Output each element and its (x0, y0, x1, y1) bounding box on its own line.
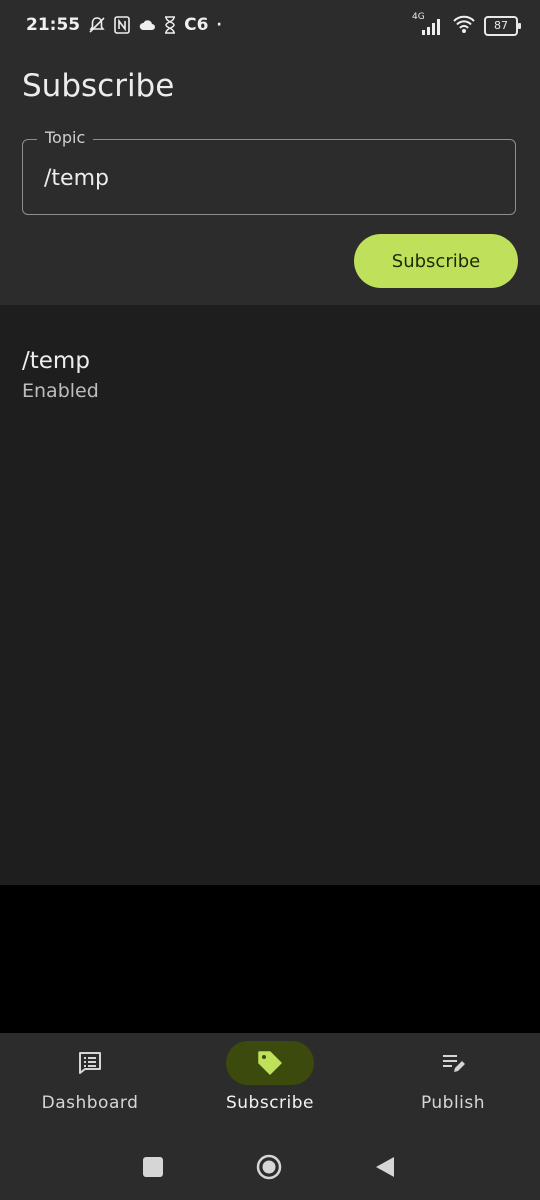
nav-label-publish: Publish (420, 1093, 486, 1113)
bottom-navigation: Dashboard Subscribe Publish (0, 1033, 540, 1200)
tag-icon (258, 1051, 282, 1075)
status-time: 21:55 (26, 15, 81, 35)
square-icon (143, 1157, 163, 1177)
status-bar: 21:55 C6 · 4G 87 (0, 0, 540, 54)
nav-item-publish[interactable]: Publish (363, 1041, 540, 1131)
nav-label-subscribe: Subscribe (225, 1093, 315, 1113)
edit-list-icon (443, 1055, 465, 1072)
list-item[interactable]: /temp Enabled (22, 348, 99, 402)
back-button[interactable] (375, 1156, 395, 1182)
dot-icon: · (216, 17, 222, 33)
subscribe-form: Subscribe Topic Subscribe (0, 54, 540, 305)
nav-label-dashboard: Dashboard (41, 1093, 139, 1113)
subscriptions-list: /temp Enabled (0, 305, 540, 885)
notifications-off-icon (88, 16, 106, 34)
dashboard-icon (79, 1052, 101, 1074)
status-right: 4G 87 (412, 12, 521, 38)
carrier-label: C6 (184, 15, 209, 35)
subscribe-button[interactable]: Subscribe (354, 234, 518, 288)
wifi-icon (452, 14, 476, 38)
nav-icon-wrap-active (226, 1041, 314, 1085)
nav-item-dashboard[interactable]: Dashboard (0, 1041, 180, 1131)
home-circle-icon (256, 1154, 282, 1180)
topic-field[interactable]: Topic (22, 128, 516, 215)
battery-icon: 87 (484, 16, 521, 36)
hourglass-icon (164, 16, 176, 34)
nav-icon-wrap (46, 1041, 134, 1085)
nfc-icon (114, 16, 130, 34)
page-title: Subscribe (22, 68, 175, 104)
home-button[interactable] (256, 1154, 282, 1184)
topic-field-label: Topic (37, 128, 94, 147)
nav-icon-wrap (409, 1041, 497, 1085)
subscription-status: Enabled (22, 380, 99, 402)
nav-item-subscribe[interactable]: Subscribe (180, 1041, 360, 1131)
signal-icon: 4G (412, 12, 444, 37)
cloud-icon (138, 18, 156, 32)
back-triangle-icon (376, 1157, 394, 1177)
recents-button[interactable] (143, 1157, 163, 1181)
subscription-topic: /temp (22, 348, 90, 374)
empty-area (0, 885, 540, 1033)
topic-input[interactable] (44, 166, 484, 191)
status-left: 21:55 C6 · (26, 15, 222, 35)
